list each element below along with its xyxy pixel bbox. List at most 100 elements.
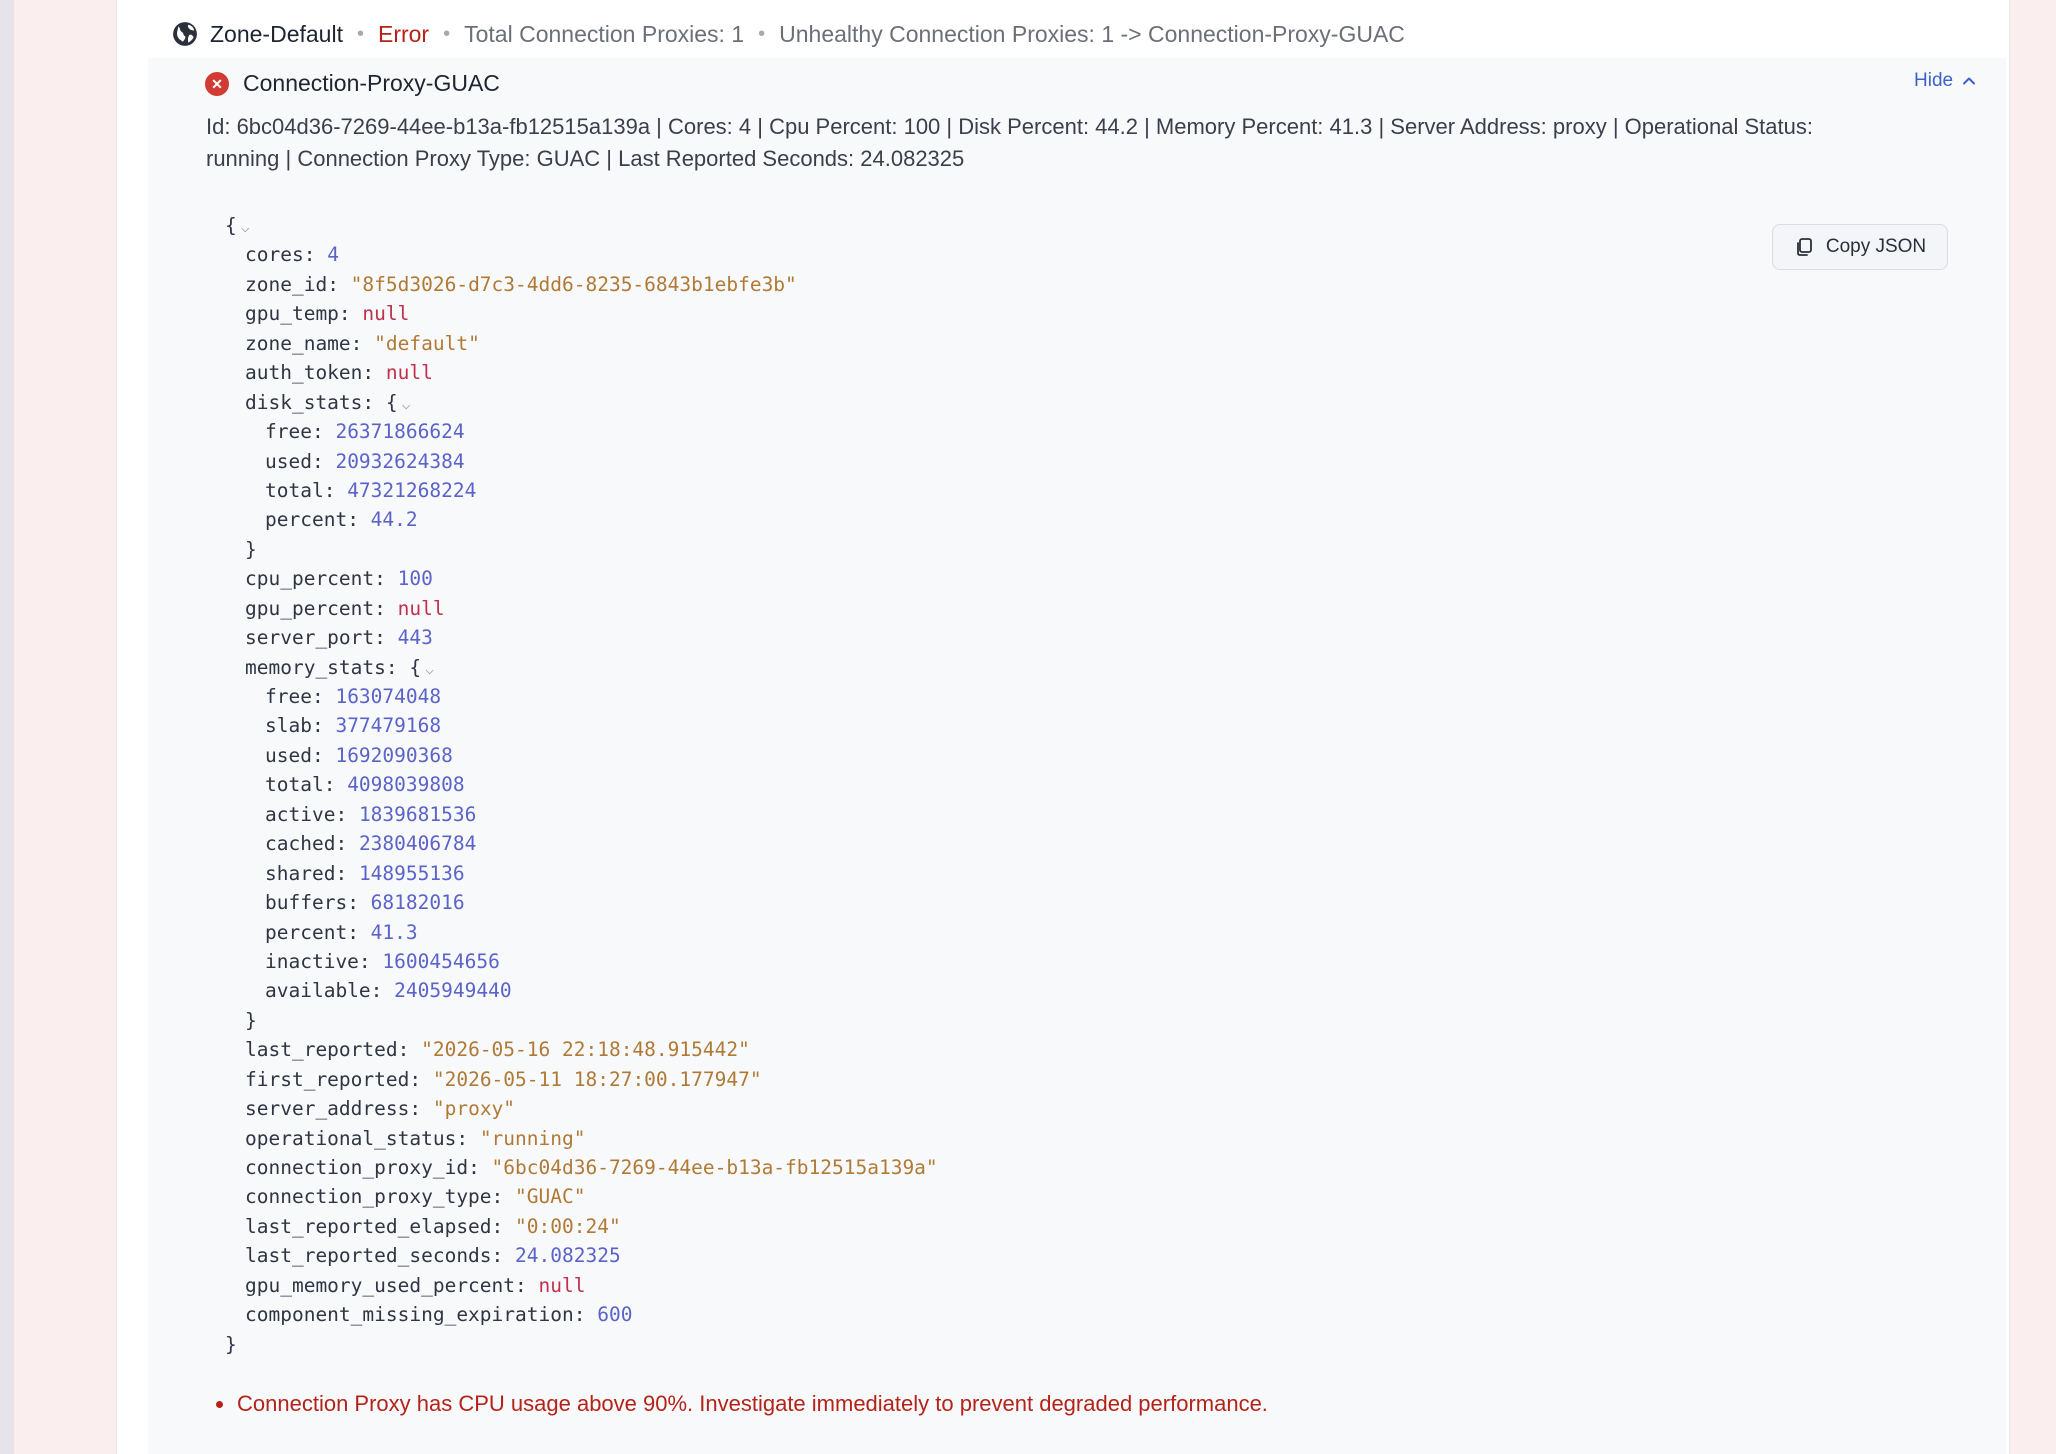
json-colon: : [397,1038,422,1062]
json-value: 68182016 [370,891,465,915]
json-line: slab: 377479168 [225,711,938,740]
json-line: operational_status: "running" [225,1124,938,1153]
json-colon: : [385,655,410,679]
json-line: used: 1692090368 [225,741,938,770]
json-value: null [385,361,433,385]
json-key: last_reported_elapsed [245,1214,492,1238]
json-bracket: } [225,1332,237,1356]
json-key: connection_proxy_id [245,1156,469,1179]
json-key: server_port [245,626,375,650]
json-colon: : [362,361,386,385]
zone-header[interactable]: Zone-Default • Error • Total Connection … [172,16,1405,52]
json-line: first_reported: "2026-05-11 18:27:00.177… [225,1065,938,1094]
alert-text: Connection Proxy has CPU usage above 90%… [237,1391,1268,1416]
json-key: memory_stats [245,655,386,679]
json-colon: : [374,567,398,591]
copy-json-button[interactable]: Copy JSON [1772,224,1948,270]
json-value: 443 [397,626,433,650]
separator-dot: • [758,22,766,45]
json-key: gpu_memory_used_percent [245,1273,516,1297]
json-line: shared: 148955136 [225,859,938,888]
json-colon: : [491,1244,516,1268]
json-value: { [385,390,398,414]
json-colon: : [370,979,395,1003]
json-key: last_reported_seconds [245,1244,492,1268]
json-value: "2026-05-16 22:18:48.915442" [421,1038,750,1062]
collapse-caret-icon[interactable]: ⌵ [241,218,250,236]
json-colon: : [335,802,359,826]
json-line: disk_stats: {⌵ [225,388,938,417]
json-value: { [409,655,422,679]
json-key: percent [265,920,348,944]
window-edge [0,0,14,1454]
json-line: server_port: 443 [225,623,938,652]
json-value: 44.2 [370,508,418,532]
json-line: free: 26371866624 [225,417,938,446]
separator-dot: • [356,22,364,45]
json-key: active [265,802,336,826]
json-line: cached: 2380406784 [225,829,938,858]
json-colon: : [409,1097,433,1121]
json-line: active: 1839681536 [225,800,938,829]
collapse-caret-icon[interactable]: ⌵ [425,660,434,678]
json-line: percent: 41.3 [225,918,938,947]
json-colon: : [311,714,336,738]
json-value: 26371866624 [335,420,465,444]
json-key: connection_proxy_type [245,1185,492,1209]
json-line: auth_token: null [225,358,938,387]
json-colon: : [350,331,375,355]
json-key: free [265,420,312,444]
unhealthy-proxies: Unhealthy Connection Proxies: 1 [779,20,1115,47]
json-colon: : [311,420,336,444]
json-line: gpu_percent: null [225,594,938,623]
json-value: 1600454656 [382,949,500,973]
json-line: } [225,1006,938,1035]
separator-dot: • [443,22,451,45]
json-line: zone_id: "8f5d3026-d7c3-4dd6-8235-6843b1… [225,270,938,299]
json-key: cached [265,832,336,856]
json-value: 4 [327,243,339,267]
json-value: 4098039808 [347,773,465,797]
json-colon: : [338,302,363,326]
json-colon: : [335,832,359,856]
json-colon: : [456,1126,480,1150]
bullet-dot [216,1400,223,1408]
json-colon: : [311,685,336,708]
json-colon: : [362,390,386,414]
json-line: {⌵ [225,211,938,240]
json-key: zone_name [245,331,351,355]
json-line: available: 2405949440 [225,976,938,1005]
json-value: 377479168 [335,714,442,738]
json-colon: : [491,1185,516,1209]
json-bracket: } [245,1008,257,1032]
json-value: 148955136 [358,861,465,885]
json-colon: : [347,508,371,532]
json-viewer: {⌵ cores: 4 zone_id: "8f5d3026-d7c3-4dd6-8… [225,211,938,1359]
json-line: component_missing_expiration: 600 [225,1300,938,1329]
json-line: last_reported_elapsed: "0:00:24" [225,1212,938,1241]
json-colon: : [374,626,398,650]
json-key: available [265,979,371,1003]
json-colon: : [323,478,348,502]
hide-button[interactable]: Hide [1914,70,1977,92]
collapse-caret-icon[interactable]: ⌵ [402,395,411,413]
error-x-icon: ✕ [205,71,229,96]
json-colon: : [358,949,383,973]
json-key: inactive [265,949,359,973]
json-line: } [225,1330,938,1359]
json-line: used: 20932624384 [225,447,938,476]
chevron-up-icon [1963,77,1976,85]
json-value: "0:00:24" [515,1214,621,1238]
json-colon: : [303,243,328,267]
json-colon: : [409,1067,433,1091]
hide-label: Hide [1914,70,1954,91]
json-key: cores [245,243,304,267]
globe-icon [172,21,198,47]
json-colon: : [491,1214,516,1238]
json-colon: : [327,272,351,296]
proxy-title-row: ✕ Connection-Proxy-GUAC [205,70,500,97]
proxy-summary: Id: 6bc04d36-7269-44ee-b13a-fb12515a139a… [206,114,1813,171]
json-value: "2026-05-11 18:27:00.177947" [432,1067,762,1091]
json-value: 100 [397,567,433,591]
json-colon: : [347,920,371,944]
